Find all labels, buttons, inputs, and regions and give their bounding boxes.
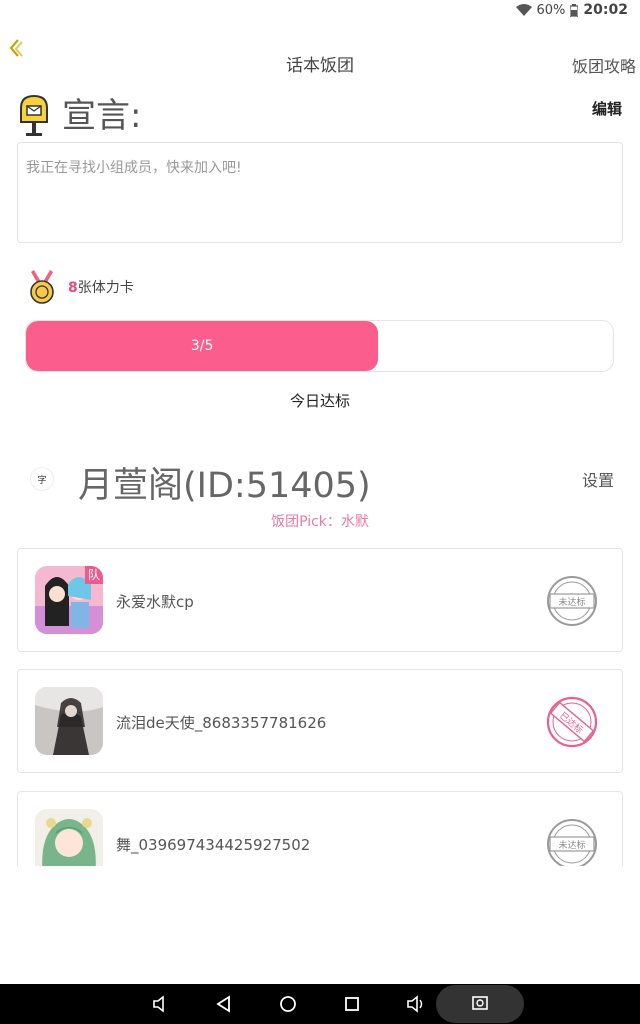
stamina-label: 8张体力卡 [68,277,134,297]
member-name: 舞_039697434425927502 [116,836,311,854]
status-indicators: 60% 20:02 [515,2,628,18]
edit-button[interactable]: 编辑 [592,98,622,119]
member-name: 永爱水默cp [116,593,194,611]
mailbox-icon [20,94,48,136]
back-nav-icon[interactable] [213,993,235,1015]
screenshot-pill[interactable] [436,985,524,1023]
medal-icon [30,270,54,304]
screenshot-icon [472,996,488,1010]
member-avatar [35,809,103,866]
daily-progress-bar: 3/5 [25,320,614,372]
stamina-suffix: 张体力卡 [77,280,134,296]
declaration-text: 我正在寻找小组成员，快来加入吧! [17,142,623,243]
team-avatar: 字 [30,467,54,491]
recents-nav-icon[interactable] [341,993,363,1015]
declaration-title: 宣言: [62,96,142,136]
volume-down-icon[interactable] [150,993,172,1015]
team-header: 字 月萱阁(ID:51405) 设置 [0,452,640,512]
team-badge: 队 [87,568,100,582]
battery-percent: 60% [536,2,566,18]
guide-link[interactable]: 饭团攻略 [572,53,636,77]
member-status: 未达标 [558,596,585,608]
battery-icon [570,3,579,17]
member-card[interactable]: 队 永爱水默cp 未达标 [17,548,623,652]
progress-caption: 今日达标 [289,392,350,410]
team-settings-button[interactable]: 设置 [582,467,614,491]
achieved-stamp-icon: 已达标 [546,696,598,748]
member-card[interactable]: 流泪de天使_8683357781626 已达标 [17,669,623,773]
declaration-header: 宣言: 编辑 [0,88,640,136]
team-pick: 饭团Pick：水默 [271,514,369,530]
volume-up-icon[interactable] [405,993,427,1015]
progress-label: 3/5 [190,338,214,354]
not-achieved-stamp-icon: 未达标 [547,576,597,626]
member-card[interactable]: 舞_039697434425927502 未达标 [17,791,623,866]
dark-figure-image [35,687,103,755]
page-title: 话本饭团 [286,56,354,76]
team-name: 月萱阁(ID:51405) [78,466,371,506]
member-status: 未达标 [558,839,585,851]
system-nav-bar [0,984,640,1024]
home-nav-icon[interactable] [277,993,299,1015]
member-list[interactable]: 队 永爱水默cp 未达标 流泪de天使_8683357781626 已达标 舞_… [0,540,640,866]
status-time: 20:02 [583,2,628,18]
stamina-cards: 8张体力卡 [0,268,640,304]
green-hair-girl-image [35,809,103,866]
member-name: 流泪de天使_8683357781626 [116,714,327,732]
nav-bar: 话本饭团 饭团攻略 [0,38,640,88]
member-avatar: 队 [35,566,103,634]
stamina-count: 8 [68,280,78,296]
not-achieved-stamp-icon: 未达标 [547,819,597,866]
member-avatar [35,687,103,755]
status-bar: 60% 20:02 [0,0,640,24]
wifi-icon [515,4,532,16]
